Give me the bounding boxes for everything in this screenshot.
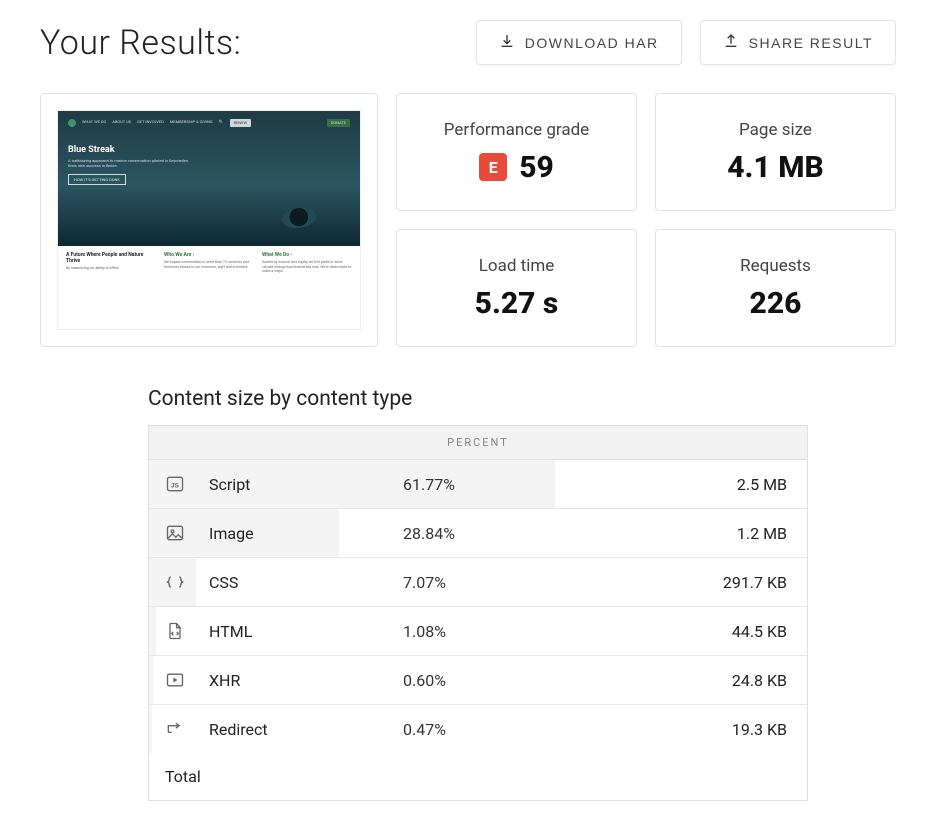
share-icon	[723, 33, 739, 52]
metric-label: Page size	[739, 120, 812, 140]
row-size: 291.7 KB	[597, 573, 791, 592]
table-row[interactable]: Image28.84%1.2 MB	[149, 509, 807, 558]
row-size: 19.3 KB	[597, 720, 791, 739]
header: Your Results: DOWNLOAD HAR SHARE RESULT	[40, 20, 896, 65]
row-percent: 0.47%	[403, 720, 597, 739]
row-name: Image	[209, 524, 403, 543]
table-row[interactable]: Redirect0.47%19.3 KB	[149, 705, 807, 753]
download-har-button[interactable]: DOWNLOAD HAR	[476, 20, 682, 65]
content-table-total: Total	[149, 753, 807, 800]
requests-value: 226	[750, 286, 802, 321]
grade-value: 59	[519, 150, 554, 185]
row-percent: 7.07%	[403, 573, 597, 592]
metric-performance-grade: Performance grade E 59	[396, 93, 637, 211]
row-percent: 61.77%	[403, 475, 597, 494]
row-name: CSS	[209, 573, 403, 592]
content-table-section: Content size by content type PERCENT Scr…	[148, 387, 808, 801]
screenshot-hero-btn: HOW IT'S GETTING DONE	[68, 174, 126, 185]
grade-badge: E	[479, 153, 507, 181]
row-percent: 1.08%	[403, 622, 597, 641]
row-size: 44.5 KB	[597, 622, 791, 641]
redirect-icon	[165, 719, 185, 739]
table-row[interactable]: Script61.77%2.5 MB	[149, 460, 807, 509]
image-icon	[165, 523, 185, 543]
table-row[interactable]: CSS7.07%291.7 KB	[149, 558, 807, 607]
row-name: Script	[209, 475, 403, 494]
row-name: Redirect	[209, 720, 403, 739]
metric-load-time: Load time 5.27 s	[396, 229, 637, 347]
row-size: 2.5 MB	[597, 475, 791, 494]
table-row[interactable]: XHR0.60%24.8 KB	[149, 656, 807, 705]
row-percent: 0.60%	[403, 671, 597, 690]
screenshot-card: WHAT WE DOABOUT USGET INVOLVEDMEMBERSHIP…	[40, 93, 378, 347]
row-name: HTML	[209, 622, 403, 641]
share-result-label: SHARE RESULT	[749, 35, 873, 51]
page-title: Your Results:	[40, 23, 241, 63]
metric-requests: Requests 226	[655, 229, 896, 347]
metric-label: Requests	[740, 256, 811, 276]
summary-grid: WHAT WE DOABOUT USGET INVOLVEDMEMBERSHIP…	[40, 93, 896, 347]
load-time-value: 5.27 s	[475, 286, 559, 321]
share-result-button[interactable]: SHARE RESULT	[700, 20, 896, 65]
row-percent: 28.84%	[403, 524, 597, 543]
html-icon	[165, 621, 185, 641]
row-size: 24.8 KB	[597, 671, 791, 690]
xhr-icon	[165, 670, 185, 690]
content-table-title: Content size by content type	[148, 387, 808, 411]
css-icon	[165, 572, 185, 592]
content-table: PERCENT Script61.77%2.5 MBImage28.84%1.2…	[148, 425, 808, 801]
page-size-value: 4.1 MB	[727, 150, 824, 185]
content-table-header: PERCENT	[149, 426, 807, 460]
metric-label: Load time	[479, 256, 555, 276]
table-row[interactable]: HTML1.08%44.5 KB	[149, 607, 807, 656]
screenshot-hero-sub: A trailblazing approach to marine conser…	[68, 158, 188, 168]
screenshot-hero-title: Blue Streak	[68, 145, 350, 155]
metric-label: Performance grade	[444, 120, 589, 140]
download-har-label: DOWNLOAD HAR	[525, 35, 659, 51]
js-icon	[165, 474, 185, 494]
site-screenshot: WHAT WE DOABOUT USGET INVOLVEDMEMBERSHIP…	[57, 110, 361, 330]
header-actions: DOWNLOAD HAR SHARE RESULT	[476, 20, 896, 65]
row-size: 1.2 MB	[597, 524, 791, 543]
download-icon	[499, 33, 515, 52]
metrics-grid: Performance grade E 59 Page size 4.1 MB …	[396, 93, 896, 347]
row-name: XHR	[209, 671, 403, 690]
metric-page-size: Page size 4.1 MB	[655, 93, 896, 211]
